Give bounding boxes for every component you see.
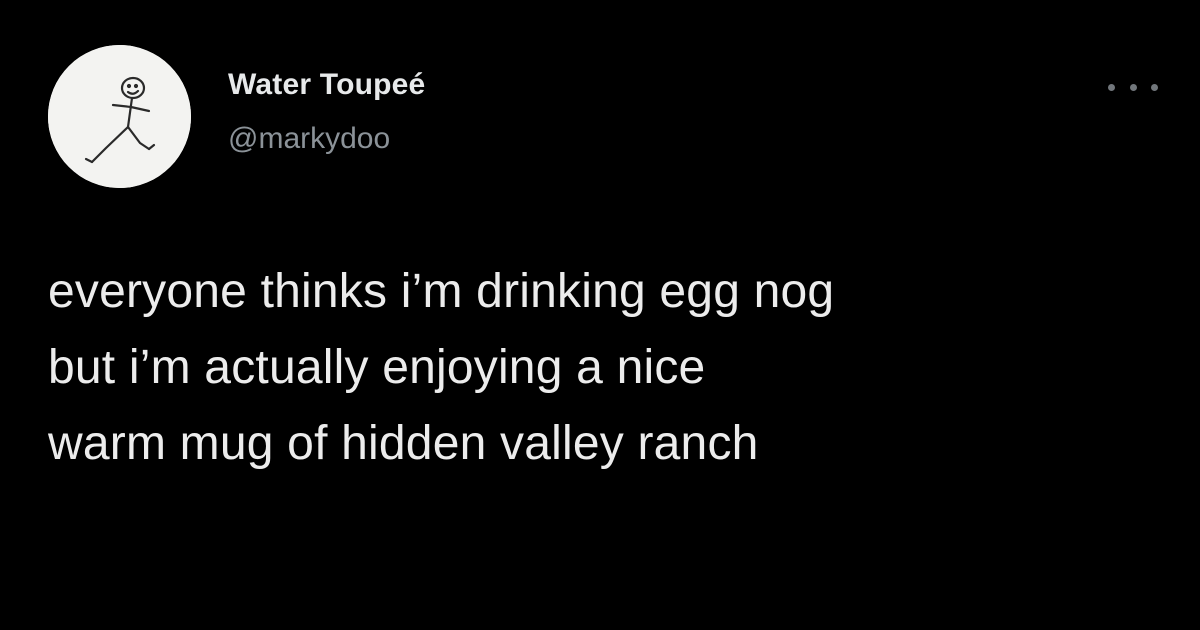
more-options-icon — [1108, 83, 1115, 91]
author-handle[interactable]: @markydoo — [228, 122, 390, 156]
tweet-text-line: but i’m actually enjoying a nice — [48, 341, 706, 394]
author-display-name[interactable]: Water Toupeé — [228, 68, 425, 102]
tweet-text: everyone thinks i’m drinking egg nog but… — [48, 254, 1158, 482]
author-avatar[interactable] — [48, 45, 191, 188]
more-options-icon — [1129, 83, 1137, 91]
tweet-text-line: warm mug of hidden valley ranch — [48, 417, 759, 470]
stick-figure-icon — [48, 45, 191, 188]
more-options-button[interactable] — [1108, 72, 1158, 102]
tweet-text-line: everyone thinks i’m drinking egg nog — [48, 265, 835, 318]
more-options-icon — [1151, 83, 1158, 91]
tweet-card: Water Toupeé @markydoo everyone thinks i… — [0, 0, 1200, 630]
